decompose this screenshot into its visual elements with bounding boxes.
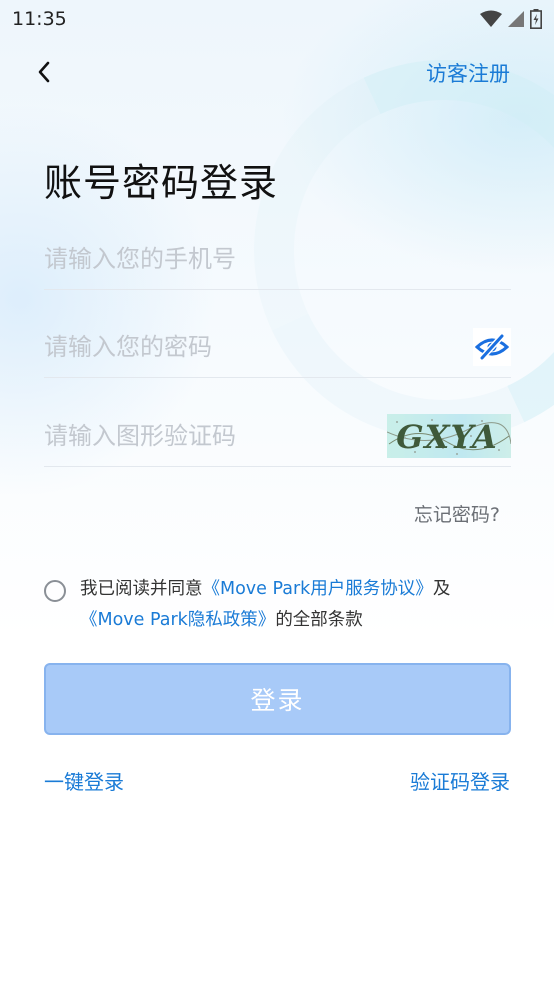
guest-register-link[interactable]: 访客注册 xyxy=(426,58,510,88)
phone-field xyxy=(44,230,511,290)
status-icons xyxy=(480,9,542,29)
captcha-graphic: GXYA xyxy=(387,418,511,456)
forgot-password-link[interactable]: 忘记密码? xyxy=(414,500,500,527)
agreement-text: 我已阅读并同意《Move Park用户服务协议》及《Move Park隐私政策》… xyxy=(80,574,510,636)
page-title: 账号密码登录 xyxy=(44,161,279,205)
password-input[interactable] xyxy=(44,318,454,376)
agreement-prefix: 我已阅读并同意 xyxy=(80,579,203,599)
captcha-field: GXYA xyxy=(44,407,511,467)
cell-signal-icon xyxy=(508,11,524,27)
back-button[interactable] xyxy=(30,56,58,88)
login-button[interactable]: 登录 xyxy=(44,663,511,735)
user-agreement-link[interactable]: 《Move Park用户服务协议》 xyxy=(203,579,433,599)
captcha-text: GXYA xyxy=(392,418,502,456)
agreement-suffix: 的全部条款 xyxy=(275,610,363,630)
captcha-input[interactable] xyxy=(44,407,374,465)
header: 访客注册 xyxy=(0,48,554,98)
password-field xyxy=(44,318,511,378)
agreement-checkbox[interactable] xyxy=(44,580,66,602)
one-key-login-link[interactable]: 一键登录 xyxy=(44,766,124,795)
status-time: 11:35 xyxy=(12,8,67,30)
battery-charging-icon xyxy=(530,9,542,29)
agreement-middle: 及 xyxy=(432,579,451,599)
sms-code-login-link[interactable]: 验证码登录 xyxy=(410,766,510,795)
status-bar: 11:35 xyxy=(0,0,554,38)
wifi-icon xyxy=(480,10,502,27)
password-visibility-toggle[interactable] xyxy=(473,328,511,366)
phone-input[interactable] xyxy=(44,230,511,288)
chevron-left-icon xyxy=(38,61,50,83)
privacy-policy-link[interactable]: 《Move Park隐私政策》 xyxy=(80,610,275,630)
captcha-image[interactable]: GXYA xyxy=(387,414,511,458)
eye-off-icon xyxy=(475,334,509,360)
